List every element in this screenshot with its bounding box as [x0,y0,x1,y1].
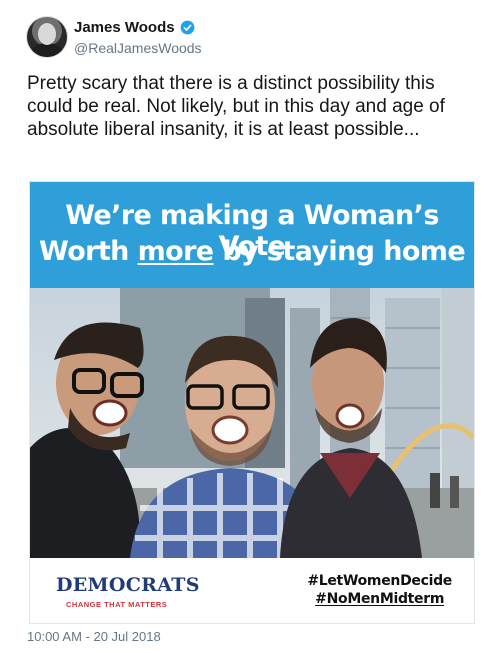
author-avatar[interactable] [26,16,68,58]
author-name-row: James Woods [74,19,195,36]
tweet-text: Pretty scary that there is a distinct po… [27,73,445,140]
author-name[interactable]: James Woods [74,19,175,36]
banner-line2-suffix: by staying home [213,236,466,267]
democrats-logo-text: DEMOCRATS [56,574,200,596]
hashtag-block: #LetWomenDecide #NoMenMidterm [307,572,452,608]
hashtag-no-men-midterm: #NoMenMidterm [315,591,445,607]
tweet-timestamp[interactable]: 10:00 AM - 20 Jul 2018 [27,629,161,644]
ad-banner: We’re making a Woman’s Vote Worth more b… [30,182,474,288]
hashtag-let-women-decide: #LetWomenDecide [307,573,452,589]
democrats-tagline: CHANGE THAT MATTERS [66,600,168,609]
author-handle[interactable]: @RealJamesWoods [74,40,202,56]
banner-line2-prefix: Worth [38,236,138,267]
selfie-photo [30,288,474,558]
banner-headline-line2: Worth more by staying home [30,236,474,267]
tweet-header: James Woods @RealJamesWoods [26,16,486,60]
tweet-image-card[interactable]: We’re making a Woman’s Vote Worth more b… [29,181,475,624]
ad-footer: DEMOCRATS CHANGE THAT MATTERS #LetWomenD… [30,558,474,623]
verified-badge-icon [180,20,194,35]
banner-underlined-word: more [137,236,215,267]
